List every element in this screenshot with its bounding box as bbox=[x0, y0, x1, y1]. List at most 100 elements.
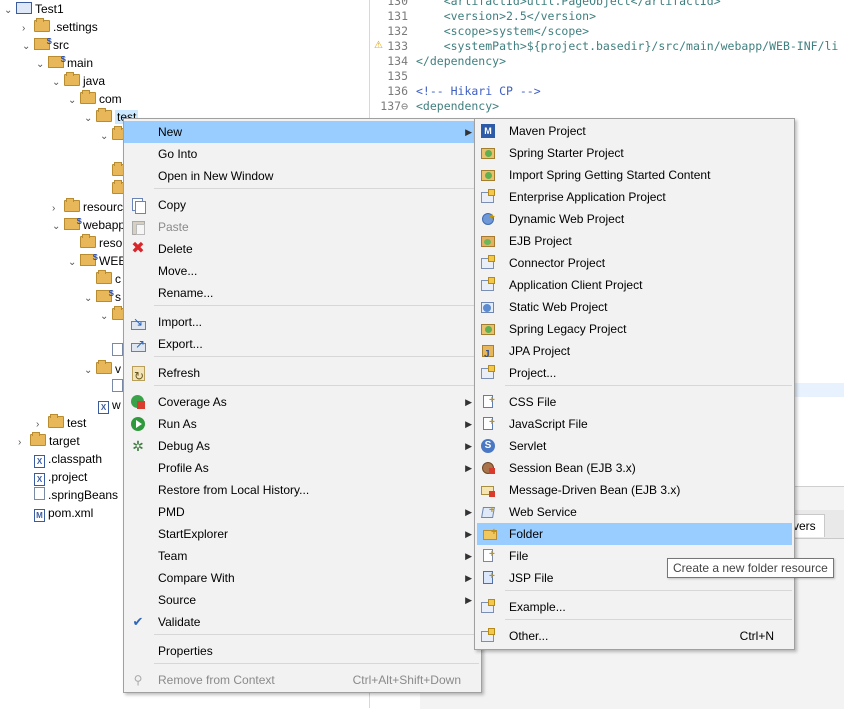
tree-item-test[interactable]: › test bbox=[36, 414, 86, 432]
menu-item-compare-with[interactable]: Compare With ▶ bbox=[124, 567, 481, 589]
menu-item-debug-as[interactable]: ✲ Debug As ▶ bbox=[124, 435, 481, 457]
expand-arrow-icon[interactable]: ⌄ bbox=[84, 290, 96, 308]
code-line[interactable]: 133 <systemPath>${project.basedir}/src/m… bbox=[370, 39, 838, 54]
submenu-item-message-driven-bean-ejb-3-x[interactable]: Message-Driven Bean (EJB 3.x) bbox=[475, 479, 794, 501]
spring-import-icon bbox=[480, 167, 496, 183]
tree-item-java[interactable]: ⌄ java bbox=[52, 72, 105, 90]
menu-item-new[interactable]: New ▶ bbox=[124, 121, 481, 143]
expand-arrow-icon[interactable]: ⌄ bbox=[22, 38, 34, 56]
tree-item-resources-sub[interactable]: reso bbox=[80, 234, 122, 252]
tree-item-classpath[interactable]: X .classpath bbox=[34, 450, 102, 468]
submenu-arrow-icon: ▶ bbox=[465, 529, 472, 539]
menu-item-label: Import... bbox=[158, 315, 203, 329]
expand-arrow-icon[interactable]: ⌄ bbox=[100, 128, 112, 146]
code-line[interactable]: 137⊖ <dependency> bbox=[370, 99, 499, 114]
menu-item-import[interactable]: Import... bbox=[124, 311, 481, 333]
menu-item-label: Properties bbox=[158, 644, 213, 658]
menu-item-team[interactable]: Team ▶ bbox=[124, 545, 481, 567]
menu-item-profile-as[interactable]: Profile As ▶ bbox=[124, 457, 481, 479]
code-line[interactable]: 135 bbox=[370, 69, 416, 84]
code-line[interactable]: 134 </dependency> bbox=[370, 54, 506, 69]
submenu-item-application-client-project[interactable]: Application Client Project bbox=[475, 274, 794, 296]
menu-item-copy[interactable]: Copy bbox=[124, 194, 481, 216]
collapse-arrow-icon[interactable]: › bbox=[18, 434, 30, 452]
submenu-item-web-service[interactable]: Web Service bbox=[475, 500, 794, 523]
tree-item-label: src bbox=[53, 38, 69, 52]
menu-item-delete[interactable]: ✖ Delete bbox=[124, 238, 481, 260]
menu-item-source[interactable]: Source ▶ bbox=[124, 589, 481, 611]
submenu-item-static-web-project[interactable]: Static Web Project bbox=[475, 296, 794, 318]
submenu-item-project[interactable]: Project... bbox=[475, 362, 794, 384]
submenu-item-label: Maven Project bbox=[509, 124, 586, 138]
session-bean-icon bbox=[480, 460, 496, 476]
menu-item-move[interactable]: Move... bbox=[124, 260, 481, 282]
menu-item-pmd[interactable]: PMD ▶ bbox=[124, 501, 481, 523]
tree-item-target[interactable]: › target bbox=[18, 432, 80, 450]
submenu-item-servlet[interactable]: Servlet bbox=[475, 435, 794, 457]
tree-item-v[interactable]: ⌄ v bbox=[84, 360, 121, 378]
tree-item-webapp[interactable]: ⌄ webapp bbox=[52, 213, 125, 236]
expand-arrow-icon[interactable]: ⌄ bbox=[68, 254, 80, 272]
expand-arrow-icon[interactable]: ⌄ bbox=[84, 110, 96, 128]
code-line[interactable]: 131 <version>2.5</version> bbox=[370, 9, 596, 24]
submenu-item-label: Web Service bbox=[509, 505, 577, 519]
submenu-item-jpa-project[interactable]: JPA Project bbox=[475, 340, 794, 366]
code-line[interactable]: 136 <!-- Hikari CP --> bbox=[370, 84, 541, 99]
expand-arrow-icon[interactable]: ⌄ bbox=[68, 92, 80, 110]
expand-arrow-icon[interactable]: ⌄ bbox=[52, 218, 64, 236]
menu-item-open-in-new-window[interactable]: Open in New Window bbox=[124, 165, 481, 187]
code-text: <!-- Hikari CP --> bbox=[416, 84, 541, 98]
submenu-item-import-spring-getting-started-content[interactable]: Import Spring Getting Started Content bbox=[475, 164, 794, 186]
expand-arrow-icon[interactable]: ⌄ bbox=[4, 2, 16, 20]
xml-file-icon: X bbox=[34, 473, 45, 486]
submenu-item-spring-starter-project[interactable]: Spring Starter Project bbox=[475, 142, 794, 164]
menu-item-coverage-as[interactable]: Coverage As ▶ bbox=[124, 391, 481, 413]
tree-item-project[interactable]: ⌄ Test1 bbox=[4, 0, 64, 18]
menu-item-export[interactable]: Export... bbox=[124, 333, 481, 355]
tree-item-web-inf[interactable]: ⌄WEB bbox=[68, 249, 126, 272]
tree-item-pom[interactable]: Mpom.xml bbox=[34, 504, 93, 522]
expand-arrow-icon[interactable]: ⌄ bbox=[36, 56, 48, 74]
tree-item-com[interactable]: ⌄ com bbox=[68, 90, 122, 108]
submenu-item-label: Message-Driven Bean (EJB 3.x) bbox=[509, 483, 681, 497]
expand-arrow-icon[interactable]: ⌄ bbox=[100, 308, 112, 326]
tree-item-w[interactable]: Xw bbox=[98, 396, 121, 414]
menu-item-startexplorer[interactable]: StartExplorer ▶ bbox=[124, 523, 481, 545]
code-line[interactable]: 130 <artifactId>util.PageObject</artifac… bbox=[370, 0, 720, 9]
menu-item-rename[interactable]: Rename... bbox=[124, 282, 481, 304]
warning-icon[interactable]: ⚠ bbox=[374, 40, 383, 51]
submenu-item-dynamic-web-project[interactable]: Dynamic Web Project bbox=[475, 207, 794, 230]
menu-item-restore-from-local-history[interactable]: Restore from Local History... bbox=[124, 479, 481, 501]
tree-item-resources[interactable]: › resourc bbox=[52, 198, 123, 216]
submenu-item-example[interactable]: Example... bbox=[475, 596, 794, 618]
submenu-item-maven-project[interactable]: Maven Project bbox=[475, 120, 794, 142]
submenu-item-css-file[interactable]: CSS File bbox=[475, 390, 794, 413]
submenu-item-spring-legacy-project[interactable]: Spring Legacy Project bbox=[475, 318, 794, 340]
import-icon bbox=[130, 311, 146, 333]
expand-arrow-icon[interactable]: ⌄ bbox=[84, 362, 96, 380]
submenu-item-connector-project[interactable]: Connector Project bbox=[475, 252, 794, 274]
submenu-item-label: Spring Legacy Project bbox=[509, 322, 627, 336]
submenu-item-folder[interactable]: Folder bbox=[477, 522, 792, 545]
expand-arrow-icon[interactable]: ⌄ bbox=[52, 74, 64, 92]
submenu-item-javascript-file[interactable]: JavaScript File bbox=[475, 412, 794, 435]
tree-item-main[interactable]: ⌄ main bbox=[36, 51, 93, 74]
tree-item-springbeans[interactable]: .springBeans bbox=[34, 486, 118, 504]
xml-file-icon: X bbox=[98, 401, 109, 414]
submenu-item-ejb-project[interactable]: EJB Project bbox=[475, 230, 794, 252]
submenu-item-other[interactable]: Other... Ctrl+N bbox=[475, 625, 794, 647]
project-icon bbox=[480, 365, 496, 381]
tree-item-label: Test1 bbox=[35, 2, 64, 16]
menu-item-go-into[interactable]: Go Into bbox=[124, 143, 481, 165]
tree-item-settings[interactable]: › .settings bbox=[22, 18, 98, 36]
menu-item-validate[interactable]: ✔ Validate bbox=[124, 611, 481, 633]
tree-item-s[interactable]: ⌄s bbox=[84, 285, 121, 308]
menu-item-refresh[interactable]: Refresh bbox=[124, 362, 481, 387]
menu-item-run-as[interactable]: Run As ▶ bbox=[124, 413, 481, 435]
submenu-item-enterprise-application-project[interactable]: Enterprise Application Project bbox=[475, 186, 794, 208]
menu-item-properties[interactable]: Properties bbox=[124, 640, 481, 662]
submenu-item-session-bean-ejb-3-x[interactable]: Session Bean (EJB 3.x) bbox=[475, 457, 794, 479]
tree-item-project-file[interactable]: X .project bbox=[34, 468, 87, 486]
code-line[interactable]: 132 <scope>system</scope> bbox=[370, 24, 589, 39]
folder-icon bbox=[96, 360, 112, 374]
